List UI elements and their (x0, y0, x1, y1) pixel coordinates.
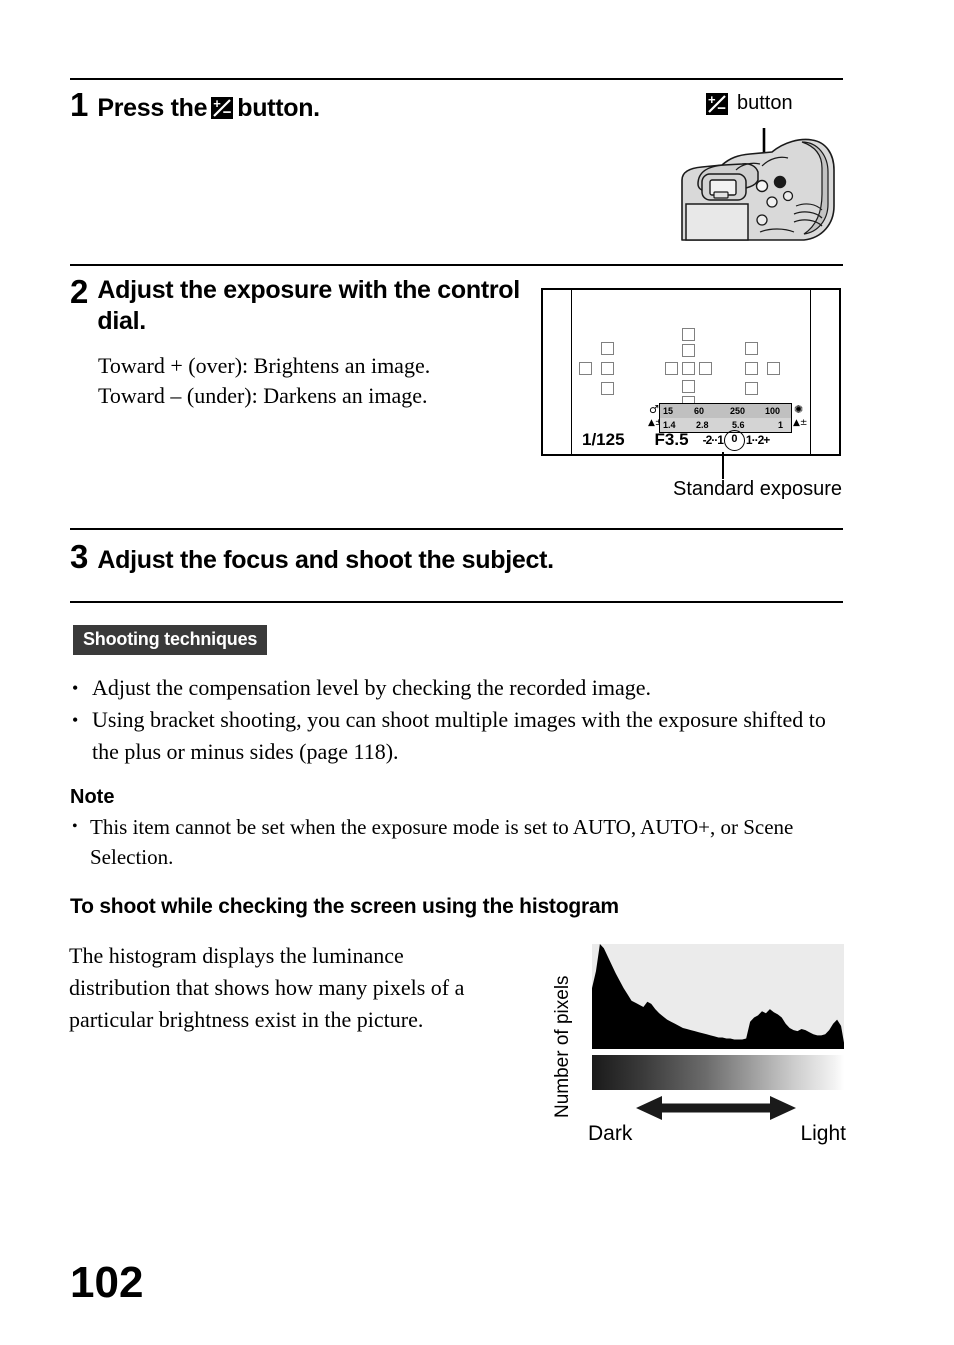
brightness-gradient-bar (592, 1055, 844, 1090)
histogram-dark-label: Dark (588, 1122, 633, 1145)
landscape-plus-icon: ▲± (793, 418, 808, 428)
shutter-scale-value: 100 (765, 406, 781, 416)
af-point-grid (543, 328, 839, 409)
shutter-scale-value: 250 (730, 406, 746, 416)
step-2-body-line-1: Toward + (over): Brightens an image. (98, 353, 431, 378)
af-point (745, 382, 758, 395)
exposure-compensation-icon: + − (706, 91, 728, 117)
viewfinder-readout: 1/125 F3.5 -2··1 0 1··2+ (575, 429, 833, 451)
button-callout: + − button (706, 91, 793, 117)
af-point (745, 362, 758, 375)
ev-scale-right: 1··2+ (745, 433, 770, 447)
plus-glyph: + (708, 91, 716, 107)
histogram-plot (592, 944, 844, 1049)
standard-exposure-leader-line (722, 452, 724, 479)
exposure-compensation-icon: + − (211, 96, 234, 121)
histogram-y-axis-label: Number of pixels (552, 975, 573, 1118)
double-arrow-icon (636, 1096, 796, 1120)
shutter-scale-row: 15 60 250 100 (660, 404, 791, 418)
histogram-light-label: Light (800, 1122, 846, 1145)
divider-step2-step3 (70, 528, 843, 530)
histogram-paragraph: The histogram displays the luminance dis… (69, 943, 465, 1032)
af-point (601, 362, 614, 375)
divider-top (70, 78, 843, 80)
note-list: This item cannot be set when the exposur… (68, 812, 858, 872)
step-3-number: 3 (70, 538, 89, 575)
aperture-value: F3.5 (654, 430, 689, 449)
histogram-section-heading: To shoot while checking the screen using… (70, 895, 619, 918)
step-1-title-after: button. (237, 94, 320, 122)
ev-scale: -2··1 0 1··2+ (702, 429, 770, 451)
step-2-body: Toward + (over): Brightens an image. Tow… (98, 351, 530, 411)
shooting-techniques-badge: Shooting techniques (73, 625, 268, 655)
af-point (601, 382, 614, 395)
af-point (682, 344, 695, 357)
list-item: Adjust the compensation level by checkin… (68, 672, 858, 704)
camera-illustration (681, 128, 835, 241)
step-1: 1 Press the + − button. (70, 88, 540, 124)
shutter-scale-value: 60 (694, 406, 705, 416)
shutter-scale-value: 15 (663, 406, 674, 416)
ev-scale-left: -2··1 (702, 433, 724, 447)
shooting-techniques-list: Adjust the compensation level by checkin… (68, 672, 858, 768)
histogram-curve (592, 944, 844, 1049)
note-heading: Note (70, 786, 115, 808)
af-point-center (682, 362, 695, 375)
step-2-title: Adjust the exposure with the control dia… (97, 276, 520, 335)
manual-page: 1 Press the + − button. + − button 2 Adj… (0, 0, 954, 1345)
ev-scale-zero: 0 (723, 429, 745, 451)
step-3: 3 Adjust the focus and shoot the subject… (70, 540, 770, 576)
minus-glyph: − (222, 104, 232, 121)
person-icon: ♂ (649, 403, 659, 416)
af-point (767, 362, 780, 375)
plus-glyph: + (213, 96, 221, 111)
step-3-title: Adjust the focus and shoot the subject. (97, 546, 554, 574)
list-item: Using bracket shooting, you can shoot mu… (68, 704, 858, 768)
af-point (745, 342, 758, 355)
histogram-figure: Number of pixels Dark Light (552, 940, 846, 1155)
step-1-number: 1 (70, 86, 89, 123)
shutter-speed-value: 1/125 (582, 430, 625, 449)
step-1-title: Press the + − button. (97, 93, 320, 124)
action-icon: ✺ (794, 403, 804, 416)
viewfinder-display: ♂ ▲± ✺ ▲± 15 60 250 100 1.4 2.8 5.6 1 1/… (541, 288, 841, 456)
step-1-title-before: Press the (97, 94, 208, 122)
list-item: This item cannot be set when the exposur… (68, 812, 858, 872)
af-point (699, 362, 712, 375)
minus-glyph: − (717, 99, 726, 117)
af-point (579, 362, 592, 375)
page-number: 102 (70, 1258, 144, 1307)
divider-step3-end (70, 601, 843, 603)
step-2-body-line-2: Toward – (under): Darkens an image. (98, 383, 428, 408)
divider-step1-step2 (70, 264, 843, 266)
af-point (601, 342, 614, 355)
callout-label: button (737, 92, 793, 114)
step-2-number: 2 (70, 273, 89, 310)
af-point (682, 380, 695, 393)
step-2: 2 Adjust the exposure with the control d… (70, 275, 530, 411)
af-point (665, 362, 678, 375)
standard-exposure-label: Standard exposure (673, 478, 843, 500)
af-point (682, 328, 695, 341)
